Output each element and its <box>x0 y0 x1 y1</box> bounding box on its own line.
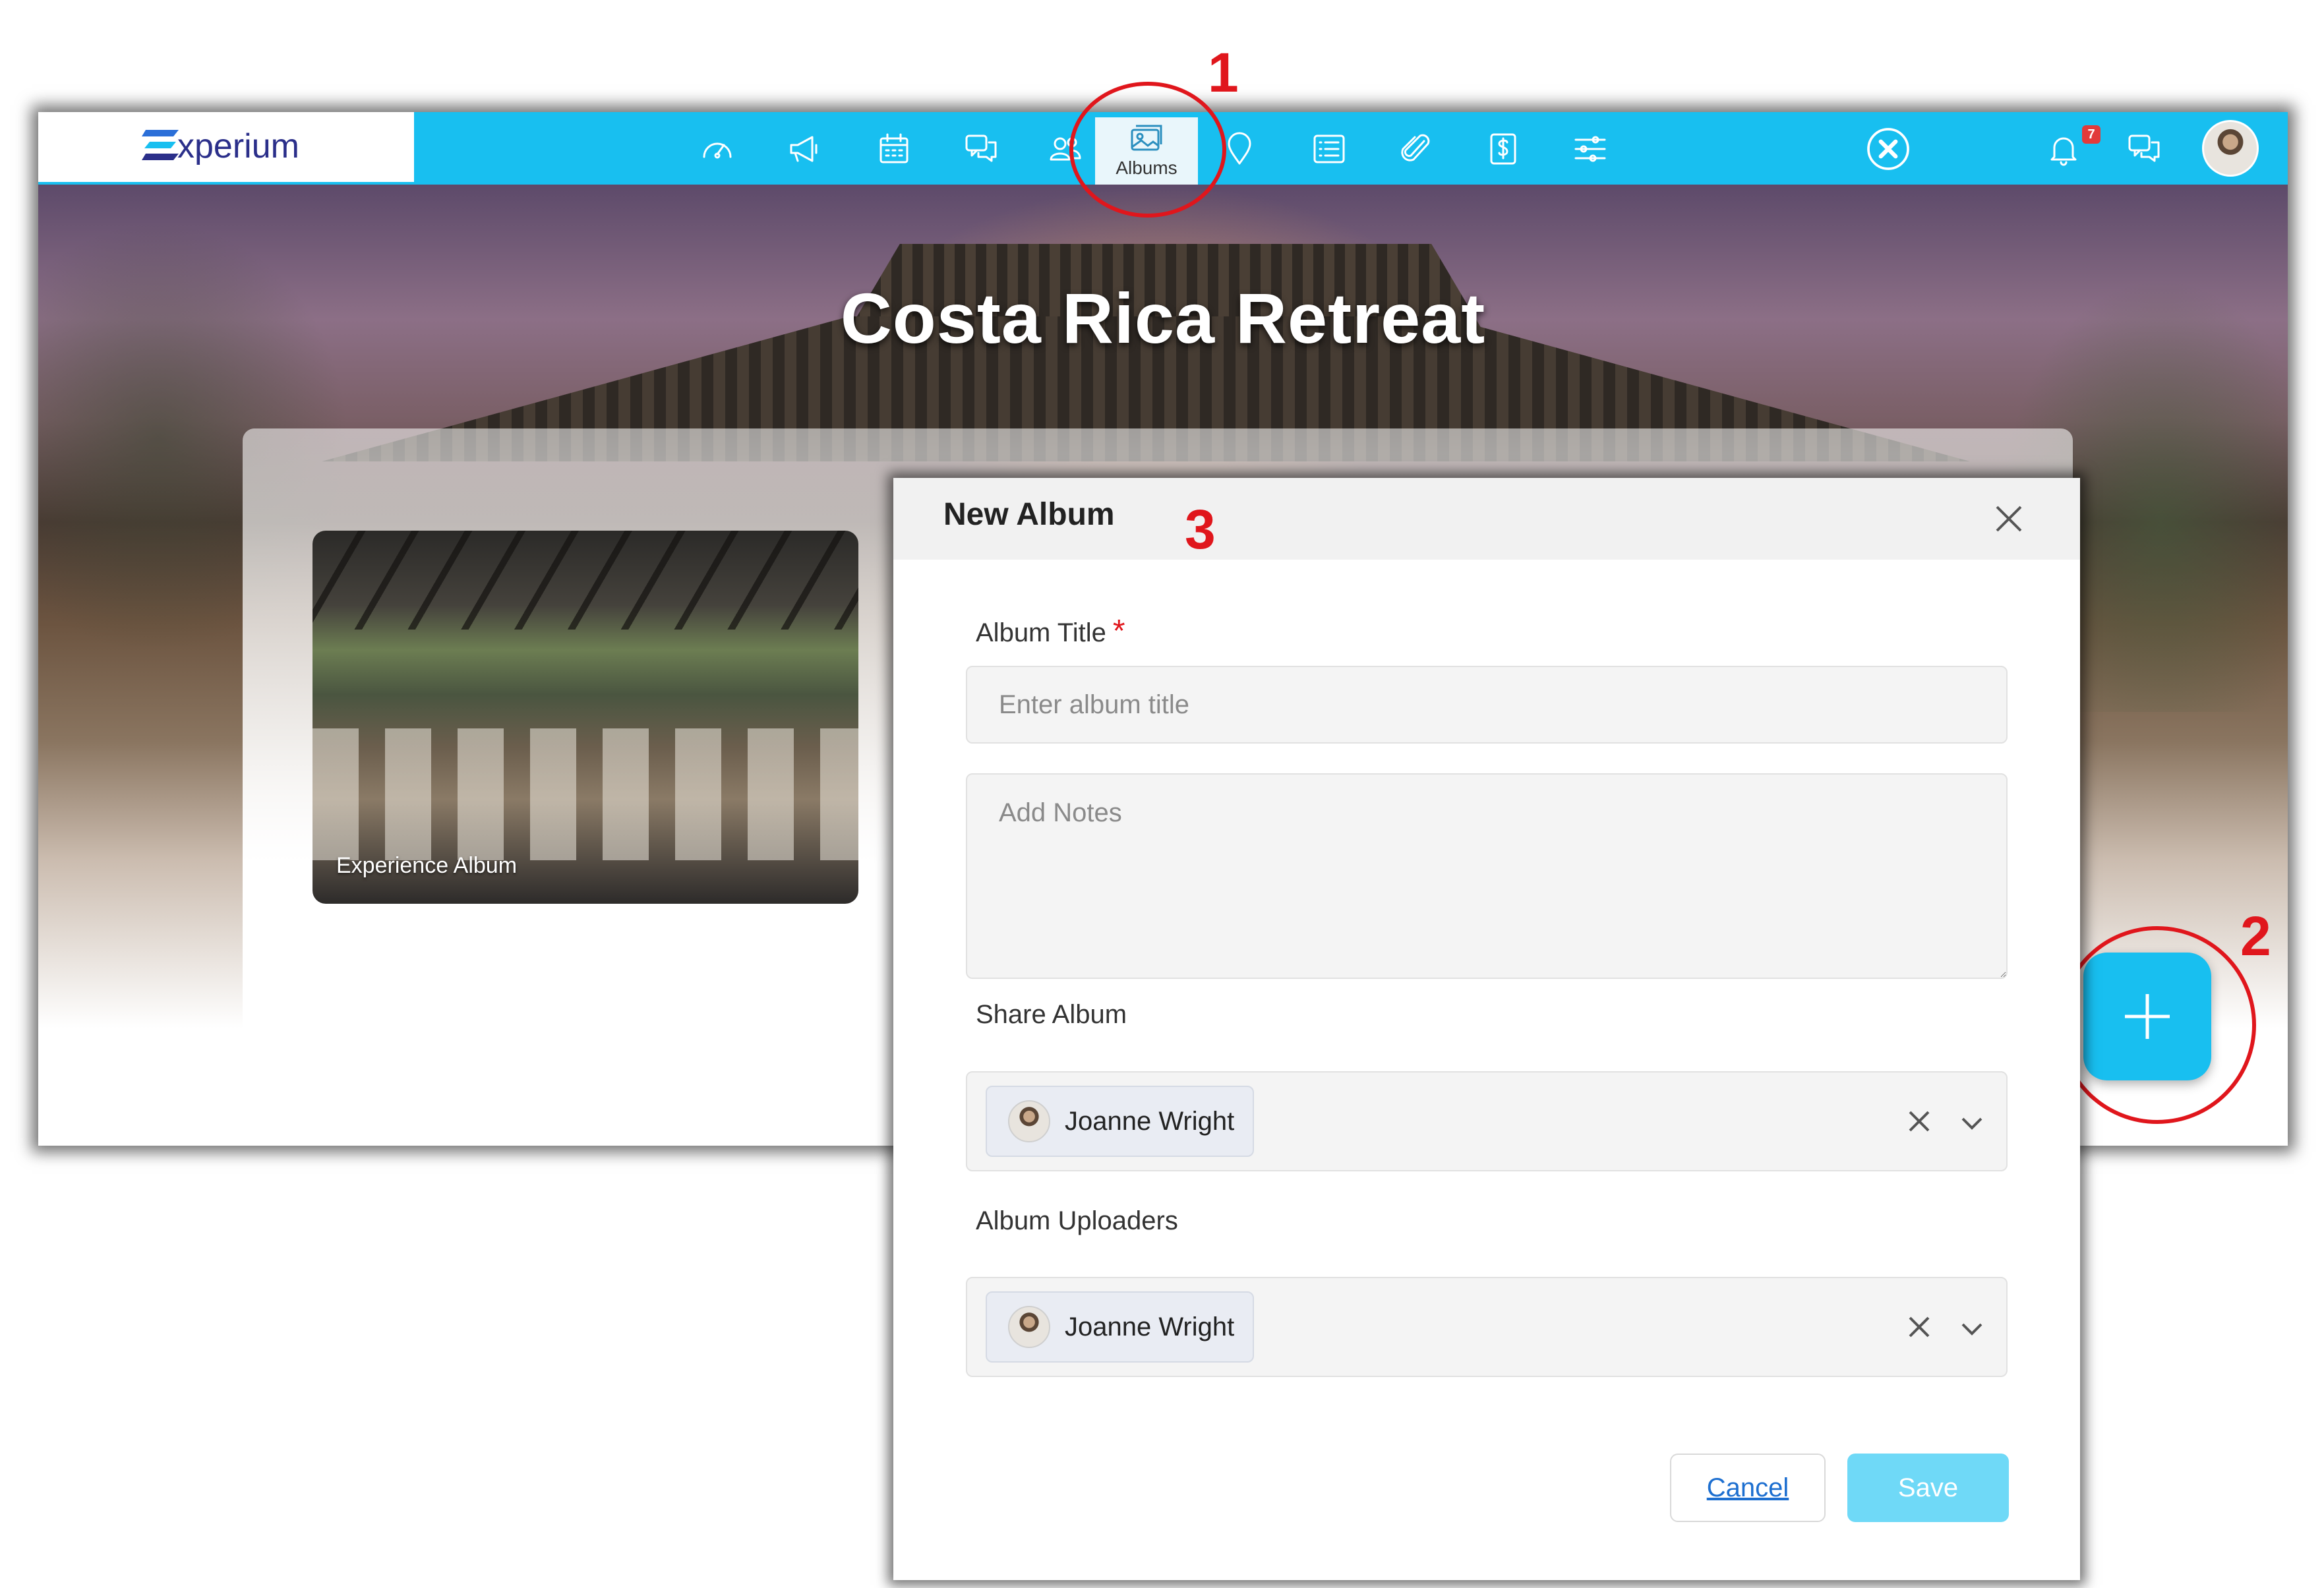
uploader-user-name: Joanne Wright <box>1065 1312 1235 1341</box>
calendar-icon[interactable] <box>873 128 915 170</box>
save-button[interactable]: Save <box>1847 1454 2009 1522</box>
annotation-circle-2 <box>2058 926 2256 1124</box>
annotation-number-1: 1 <box>1208 42 1239 103</box>
dollar-icon[interactable] <box>1482 128 1524 170</box>
annotation-number-3: 3 <box>1185 498 1216 560</box>
avatar <box>1008 1306 1050 1348</box>
album-title-input[interactable] <box>966 666 2008 744</box>
dashboard-icon[interactable] <box>696 128 738 170</box>
uploader-user-chip[interactable]: Joanne Wright <box>986 1291 1255 1363</box>
cancel-button[interactable]: Cancel <box>1670 1454 1826 1522</box>
close-circle-icon[interactable] <box>1864 125 1912 173</box>
album-title-label: Album Title * <box>976 614 1125 649</box>
dialog-title: New Album <box>943 497 1115 532</box>
clear-icon[interactable] <box>1903 1105 1935 1137</box>
list-icon[interactable] <box>1308 128 1350 170</box>
chevron-down-icon[interactable] <box>1957 1109 1986 1138</box>
album-card[interactable]: Experience Album <box>313 531 858 904</box>
logo-area[interactable]: xperium <box>38 112 414 185</box>
share-user-name: Joanne Wright <box>1065 1106 1235 1136</box>
messages-icon[interactable] <box>2123 128 2165 170</box>
avatar <box>1008 1100 1050 1142</box>
dialog-header: New Album <box>893 478 2080 560</box>
album-uploaders-select[interactable]: Joanne Wright <box>966 1277 2008 1377</box>
megaphone-icon[interactable] <box>783 128 825 170</box>
logo: xperium <box>140 127 299 166</box>
bell-icon[interactable] <box>2042 128 2085 170</box>
attachment-icon[interactable] <box>1395 128 1437 170</box>
notes-textarea[interactable] <box>966 773 2008 979</box>
chat-icon[interactable] <box>960 128 1002 170</box>
share-user-chip[interactable]: Joanne Wright <box>986 1086 1255 1157</box>
share-album-label: Share Album <box>976 1000 1127 1029</box>
share-album-select[interactable]: Joanne Wright <box>966 1071 2008 1171</box>
new-album-dialog: New Album 3 Album Title* Share Album Joa… <box>893 478 2080 1580</box>
close-icon[interactable] <box>1988 498 2030 540</box>
user-avatar[interactable] <box>2202 120 2259 177</box>
sliders-icon[interactable] <box>1569 128 1611 170</box>
annotation-number-2: 2 <box>2240 905 2271 967</box>
album-uploaders-label: Album Uploaders <box>976 1206 1178 1235</box>
annotation-circle-1 <box>1069 82 1226 218</box>
notification-badge: 7 <box>2082 125 2101 144</box>
logo-text: xperium <box>177 127 299 165</box>
required-asterisk: * <box>1112 614 1125 649</box>
chevron-down-icon[interactable] <box>1957 1315 1986 1344</box>
experium-logo-icon <box>142 130 179 160</box>
page-title: Costa Rica Retreat <box>840 278 1486 358</box>
clear-icon[interactable] <box>1903 1311 1935 1343</box>
album-card-label: Experience Album <box>336 853 518 878</box>
